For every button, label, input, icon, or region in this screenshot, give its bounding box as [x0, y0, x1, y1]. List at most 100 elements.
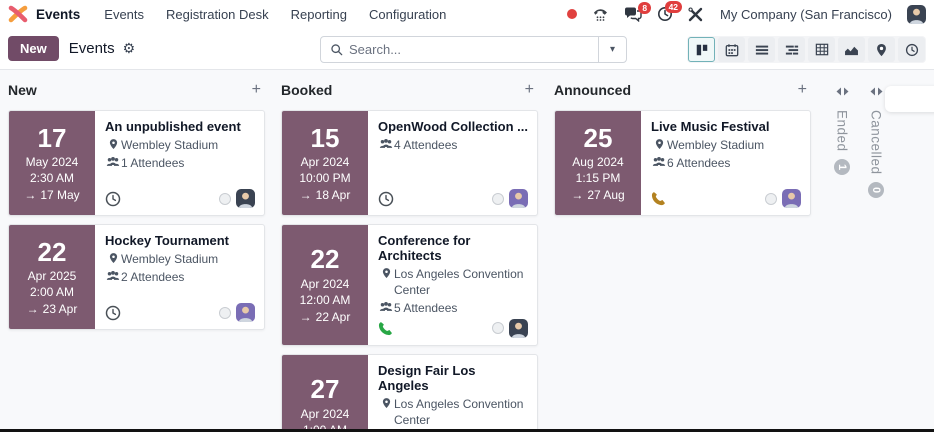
- column-header: New +: [8, 78, 265, 102]
- activity-clock-icon[interactable]: [105, 191, 121, 207]
- add-record-icon[interactable]: +: [525, 82, 534, 98]
- menu-events[interactable]: Events: [104, 7, 144, 22]
- expand-column-icon[interactable]: [870, 82, 883, 100]
- arrow-right-icon: →: [571, 188, 583, 202]
- view-graph-button[interactable]: [838, 37, 865, 62]
- responsible-avatar[interactable]: [509, 319, 528, 338]
- event-month-year: Apr 2024: [301, 277, 350, 291]
- kanban-icon: [695, 43, 709, 57]
- view-list-button[interactable]: [748, 37, 775, 62]
- event-location: Wembley Stadium: [121, 251, 218, 267]
- view-map-button[interactable]: [868, 37, 895, 62]
- search-options-toggle[interactable]: ▾: [598, 37, 626, 62]
- location-pin-icon: [651, 137, 667, 153]
- presence-status-dot: [567, 9, 577, 19]
- event-time: 2:30 AM: [30, 171, 74, 185]
- event-card[interactable]: 22 Apr 2024 12:00 AM →22 Apr Conference …: [281, 224, 538, 346]
- responsible-avatar[interactable]: [236, 303, 255, 322]
- column-quick-create-box[interactable]: [885, 86, 934, 112]
- responsible-avatar[interactable]: [782, 189, 801, 208]
- new-button[interactable]: New: [8, 36, 59, 61]
- kanban-state-dot[interactable]: [219, 193, 231, 205]
- attendees-icon: [105, 269, 121, 285]
- event-card[interactable]: 17 May 2024 2:30 AM →17 May An unpublish…: [8, 110, 265, 216]
- event-month-year: Apr 2025: [28, 269, 77, 283]
- activity-clock-icon[interactable]: [378, 191, 394, 207]
- activities-clock-icon[interactable]: 42: [657, 6, 673, 22]
- kanban-column-new: New + 17 May 2024 2:30 AM →17 May An unp…: [8, 78, 265, 338]
- view-activity-button[interactable]: [898, 37, 925, 62]
- arrow-right-icon: →: [27, 302, 39, 316]
- column-header: Announced +: [554, 78, 811, 102]
- event-location: Wembley Stadium: [667, 137, 764, 153]
- menu-registration-desk[interactable]: Registration Desk: [166, 7, 269, 22]
- event-date-block: 27 Apr 2024 1:00 AM →1 May: [282, 355, 368, 432]
- event-date-block: 25 Aug 2024 1:15 PM →27 Aug: [555, 111, 641, 215]
- kanban-state-dot[interactable]: [765, 193, 777, 205]
- user-avatar[interactable]: [907, 5, 926, 24]
- view-gantt-button[interactable]: [778, 37, 805, 62]
- add-record-icon[interactable]: +: [252, 82, 261, 98]
- event-day: 25: [584, 124, 613, 153]
- collapsed-column-ended[interactable]: Ended 1: [827, 78, 857, 175]
- map-pin-icon: [876, 43, 887, 57]
- menu-reporting[interactable]: Reporting: [291, 7, 347, 22]
- view-switcher: [687, 36, 926, 63]
- attendees-icon: [378, 300, 394, 316]
- kanban-state-dot[interactable]: [492, 322, 504, 334]
- view-calendar-button[interactable]: [718, 37, 745, 62]
- event-title: Live Music Festival: [651, 119, 801, 134]
- activity-phone-icon[interactable]: [651, 191, 666, 206]
- gantt-icon: [785, 44, 799, 56]
- responsible-avatar[interactable]: [236, 189, 255, 208]
- app-name[interactable]: Events: [36, 7, 80, 22]
- event-location: Wembley Stadium: [121, 137, 218, 153]
- event-location: Los Angeles Convention Center: [394, 396, 528, 428]
- event-date-block: 22 Apr 2024 12:00 AM →22 Apr: [282, 225, 368, 345]
- event-month-year: Apr 2024: [301, 155, 350, 169]
- pivot-icon: [815, 43, 829, 56]
- event-card[interactable]: 25 Aug 2024 1:15 PM →27 Aug Live Music F…: [554, 110, 811, 216]
- event-end-date: 17 May: [40, 188, 79, 202]
- voip-phone-icon[interactable]: [592, 7, 609, 22]
- expand-column-icon[interactable]: [836, 82, 849, 100]
- view-pivot-button[interactable]: [808, 37, 835, 62]
- add-record-icon[interactable]: +: [798, 82, 807, 98]
- kanban-state-dot[interactable]: [219, 307, 231, 319]
- event-attendees: 5 Attendees: [394, 300, 457, 316]
- event-end-date: 22 Apr: [316, 310, 351, 324]
- search-input[interactable]: [349, 42, 598, 57]
- gear-icon[interactable]: ⚙: [123, 40, 136, 57]
- event-location: Los Angeles Convention Center: [394, 266, 528, 298]
- event-month-year: May 2024: [26, 155, 79, 169]
- record-count-badge: 1: [834, 159, 850, 175]
- control-panel: New Events ⚙ ▾: [0, 28, 934, 70]
- event-card[interactable]: 15 Apr 2024 10:00 PM →18 Apr OpenWood Co…: [281, 110, 538, 216]
- event-end-date: 23 Apr: [43, 302, 78, 316]
- event-end-date: 18 Apr: [316, 188, 351, 202]
- event-attendees: 1 Attendees: [121, 155, 184, 171]
- kanban-state-dot[interactable]: [492, 193, 504, 205]
- view-kanban-button[interactable]: [688, 37, 715, 62]
- events-app-icon[interactable]: [8, 5, 28, 23]
- breadcrumb[interactable]: Events: [69, 40, 115, 57]
- event-card[interactable]: 27 Apr 2024 1:00 AM →1 May Design Fair L…: [281, 354, 538, 432]
- location-pin-icon: [378, 396, 394, 428]
- tools-icon[interactable]: [688, 7, 703, 22]
- event-day: 15: [311, 124, 340, 153]
- responsible-avatar[interactable]: [509, 189, 528, 208]
- event-day: 17: [38, 124, 67, 153]
- activity-phone-icon[interactable]: [378, 321, 393, 336]
- search-icon: [321, 43, 349, 56]
- messages-icon[interactable]: 8: [624, 7, 642, 22]
- event-day: 22: [311, 245, 340, 274]
- event-date-block: 17 May 2024 2:30 AM →17 May: [9, 111, 95, 215]
- activity-clock-icon[interactable]: [105, 305, 121, 321]
- search-bar: ▾: [320, 36, 627, 63]
- company-switcher[interactable]: My Company (San Francisco): [720, 7, 892, 22]
- column-title: Announced: [554, 82, 631, 98]
- attendees-icon: [105, 155, 121, 171]
- location-pin-icon: [105, 137, 121, 153]
- event-card[interactable]: 22 Apr 2025 2:00 AM →23 Apr Hockey Tourn…: [8, 224, 265, 330]
- menu-configuration[interactable]: Configuration: [369, 7, 446, 22]
